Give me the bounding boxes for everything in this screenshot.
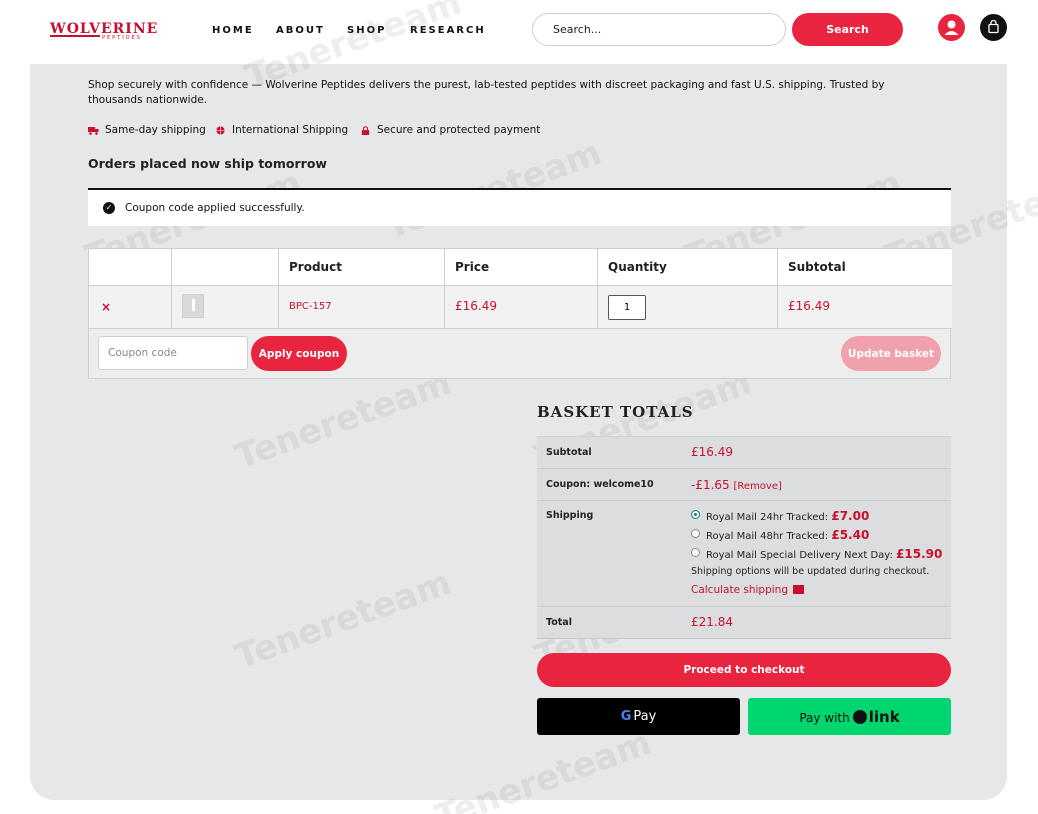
cart-bag-icon[interactable]	[980, 14, 1007, 41]
radio-button[interactable]	[691, 548, 700, 557]
table-cell-remove: ×	[89, 286, 172, 329]
google-pay-button[interactable]: G Pay	[537, 698, 740, 735]
table-cell-quantity	[598, 286, 778, 329]
coupon-discount: -£1.65 [Remove]	[691, 478, 782, 492]
proceed-to-checkout-button[interactable]: Proceed to checkout	[537, 653, 951, 687]
basket-totals-table: Subtotal £16.49 Coupon: welcome10 -£1.65…	[537, 436, 951, 639]
option-text: Royal Mail 24hr Tracked: £7.00	[706, 509, 869, 523]
row-label: Total	[546, 617, 572, 628]
link-arrow-icon	[852, 709, 867, 724]
nav-shop[interactable]: SHOP	[347, 25, 386, 36]
table-cell-product: BPC-157	[279, 286, 445, 329]
table-cell-subtotal: £16.49	[778, 286, 952, 329]
radio-button[interactable]	[691, 510, 700, 519]
link-prefix: Pay with	[799, 710, 850, 725]
lock-icon	[361, 126, 370, 135]
apply-coupon-button[interactable]: Apply coupon	[251, 336, 347, 371]
coupon-code-input[interactable]	[98, 336, 248, 370]
table-cell-thumbnail	[172, 286, 279, 329]
total-value: £21.84	[691, 615, 733, 629]
table-header-remove	[89, 249, 172, 286]
user-account-icon[interactable]	[938, 14, 965, 41]
cart-table: Product Price Quantity Subtotal × BPC-15…	[88, 248, 952, 379]
row-label: Coupon: welcome10	[546, 479, 654, 490]
header-label: Quantity	[608, 260, 667, 274]
intro-text: Shop securely with confidence — Wolverin…	[88, 79, 885, 106]
table-header-product: Product	[279, 249, 445, 286]
search-input[interactable]	[532, 13, 786, 46]
option-price: £15.90	[896, 547, 943, 561]
calculate-shipping-label: Calculate shipping	[691, 584, 788, 596]
header-label: Subtotal	[788, 260, 846, 274]
totals-row-coupon: Coupon: welcome10 -£1.65 [Remove]	[537, 469, 951, 501]
feature-label: Same-day shipping	[105, 124, 206, 136]
pay-with-link-button[interactable]: Pay with link	[748, 698, 951, 735]
option-text: Royal Mail 48hr Tracked: £5.40	[706, 528, 869, 542]
feature-label: Secure and protected payment	[377, 124, 541, 136]
table-header-quantity: Quantity	[598, 249, 778, 286]
header-label: Product	[289, 260, 342, 274]
checkmark-icon: ✓	[103, 202, 115, 214]
ship-notice: Orders placed now ship tomorrow	[88, 156, 327, 171]
calculate-shipping-link[interactable]: Calculate shipping	[691, 584, 804, 596]
main-content-panel	[30, 64, 1007, 800]
item-price: £16.49	[455, 299, 497, 313]
remove-coupon-link[interactable]: [Remove]	[734, 481, 782, 492]
site-header: WOLVERINE PEPTIDES HOME ABOUT SHOP RESEA…	[0, 0, 1038, 60]
table-header-thumbnail	[172, 249, 279, 286]
option-price: £5.40	[831, 528, 870, 542]
row-label: Shipping	[546, 510, 594, 521]
row-label: Subtotal	[546, 447, 592, 458]
link-brand: link	[868, 707, 900, 726]
table-header-price: Price	[445, 249, 598, 286]
truck-icon	[793, 585, 804, 594]
remove-item-icon[interactable]: ×	[101, 300, 111, 314]
nav-research[interactable]: RESEARCH	[410, 25, 486, 36]
gpay-label: Pay	[633, 709, 657, 724]
truck-icon	[88, 127, 99, 135]
site-logo[interactable]: WOLVERINE PEPTIDES	[50, 21, 160, 43]
table-cell-price: £16.49	[445, 286, 598, 329]
coupon-success-notice: ✓ Coupon code applied successfully.	[88, 188, 951, 226]
logo-subtext: PEPTIDES	[102, 35, 142, 41]
product-thumbnail[interactable]	[182, 294, 204, 318]
option-label: Royal Mail 48hr Tracked:	[706, 531, 829, 542]
option-text: Royal Mail Special Delivery Next Day: £1…	[706, 547, 942, 561]
option-label: Royal Mail 24hr Tracked:	[706, 512, 829, 523]
nav-home[interactable]: HOME	[212, 25, 254, 36]
globe-icon	[216, 126, 225, 135]
product-link[interactable]: BPC-157	[289, 301, 332, 312]
totals-row-total: Total £21.84	[537, 607, 951, 639]
shipping-note: Shipping options will be updated during …	[691, 566, 930, 577]
coupon-value: -£1.65	[691, 478, 730, 492]
subtotal-value: £16.49	[691, 445, 733, 459]
search-button[interactable]: Search	[792, 13, 903, 46]
quantity-input[interactable]	[608, 295, 646, 320]
basket-totals-title: Basket totals	[537, 403, 694, 421]
item-subtotal: £16.49	[788, 299, 830, 313]
table-header-subtotal: Subtotal	[778, 249, 952, 286]
logo-swoosh	[50, 35, 100, 37]
option-price: £7.00	[831, 509, 870, 523]
feature-label: International Shipping	[232, 124, 349, 136]
notice-text: Coupon code applied successfully.	[125, 202, 305, 214]
radio-button[interactable]	[691, 529, 700, 538]
totals-row-subtotal: Subtotal £16.49	[537, 437, 951, 469]
update-basket-button[interactable]: Update basket	[841, 336, 941, 371]
header-label: Price	[455, 260, 490, 274]
nav-about[interactable]: ABOUT	[276, 25, 325, 36]
option-label: Royal Mail Special Delivery Next Day:	[706, 550, 893, 561]
totals-row-shipping: Shipping Royal Mail 24hr Tracked: £7.00 …	[537, 501, 951, 607]
google-g-icon: G	[620, 709, 632, 724]
